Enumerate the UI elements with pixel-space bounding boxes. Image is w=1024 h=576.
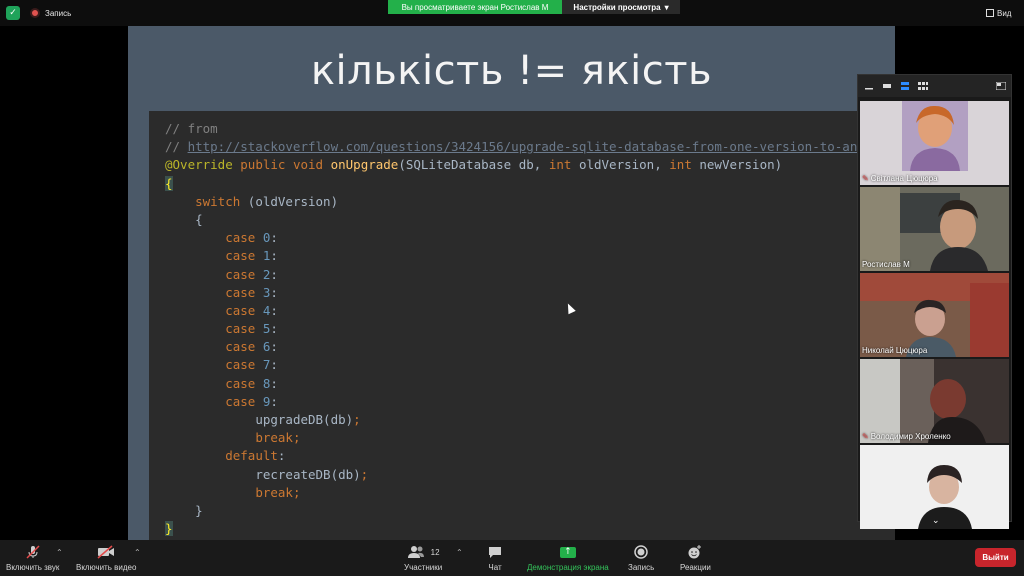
record-button[interactable]: Запись — [628, 544, 654, 572]
recording-indicator[interactable]: Запись — [30, 6, 71, 20]
shield-icon[interactable]: ✓ — [6, 6, 20, 20]
video-off-icon — [97, 544, 115, 560]
video-panel-toolbar — [858, 75, 1011, 97]
participant-video — [860, 359, 1009, 443]
code-line: @Override public void onUpgrade(SQLiteDa… — [165, 157, 783, 173]
code-line: break; — [255, 484, 301, 500]
code-line: case 4: — [225, 302, 278, 318]
slide-title: кількість != якість — [310, 48, 713, 94]
code-line: } — [165, 521, 173, 537]
gallery-view-icon[interactable] — [918, 82, 928, 90]
participant-video — [860, 101, 1009, 185]
chat-icon — [487, 544, 503, 560]
participant-tile[interactable]: Ростислав М — [860, 187, 1009, 271]
zoom-meeting-window: ✓ Запись Вы просматриваете экран Ростисл… — [0, 0, 1024, 576]
mic-muted-icon: ✎ — [862, 432, 869, 441]
record-label: Запись — [628, 563, 655, 572]
participants-options-chevron-icon[interactable]: ⌃ — [456, 548, 463, 557]
audio-options-chevron-icon[interactable]: ⌃ — [56, 548, 63, 557]
share-screen-button[interactable]: ↑ Демонстрация экрана — [527, 544, 609, 572]
participant-name: Ростислав М — [862, 260, 910, 269]
record-dot-icon — [30, 8, 40, 18]
record-icon — [633, 544, 649, 560]
recording-label: Запись — [45, 8, 72, 18]
participant-tile[interactable]: ✎ Володимир Хроленко — [860, 359, 1009, 443]
strip-view-icon[interactable] — [900, 82, 910, 90]
video-panel: ✎ Світлана Цюцюра Ростислав М Николай Цю… — [857, 74, 1012, 529]
unmute-button[interactable]: Включить звук — [6, 544, 59, 572]
meeting-toolbar: Включить звук ⌃ Включить видео ⌃ 12 Учас… — [0, 540, 1024, 576]
unmute-label: Включить звук — [6, 563, 60, 572]
code-line: case 2: — [225, 266, 278, 282]
mic-muted-icon: ✎ — [862, 174, 869, 183]
minimize-icon[interactable] — [864, 82, 874, 90]
code-line: recreateDB(db); — [255, 466, 369, 482]
view-label: Вид — [997, 8, 1012, 18]
view-button[interactable]: Вид — [986, 7, 1011, 19]
participants-label: Участники — [404, 563, 443, 572]
share-screen-icon: ↑ — [559, 544, 576, 560]
participant-tile[interactable]: ⌄ — [860, 445, 1009, 529]
code-line: case 6: — [225, 339, 278, 355]
participants-count: 12 — [430, 547, 440, 557]
reactions-label: Реакции — [680, 563, 711, 572]
participant-name: ✎ Світлана Цюцюра — [862, 174, 938, 183]
participant-name: Николай Цюцюра — [862, 346, 928, 355]
code-line: default: — [225, 448, 286, 464]
reactions-button[interactable]: Реакции — [680, 544, 711, 572]
view-settings-button[interactable]: Настройки просмотра ▾ — [562, 0, 680, 14]
code-line: // http://stackoverflow.com/questions/34… — [165, 139, 895, 155]
code-line: } — [195, 502, 203, 518]
top-bar: ✓ Запись Вы просматриваете экран Ростисл… — [0, 0, 1024, 26]
layout-toggle-icon[interactable] — [996, 82, 1006, 90]
start-video-label: Включить видео — [76, 563, 137, 572]
participant-video — [860, 187, 1009, 271]
code-line: { — [165, 175, 173, 191]
chevron-down-icon: ▾ — [664, 2, 669, 12]
code-line: case 7: — [225, 357, 278, 373]
view-settings-label: Настройки просмотра — [573, 2, 661, 12]
share-screen-label: Демонстрация экрана — [527, 563, 609, 572]
code-line: break; — [255, 430, 301, 446]
leave-meeting-button[interactable]: Выйти — [975, 548, 1016, 567]
code-line: case 9: — [225, 393, 278, 409]
code-line: case 3: — [225, 284, 278, 300]
code-line: case 1: — [225, 248, 278, 264]
code-line: upgradeDB(db); — [255, 412, 361, 427]
single-view-icon[interactable] — [882, 82, 892, 90]
chevron-down-icon[interactable]: ⌄ — [932, 516, 940, 526]
chat-label: Чат — [488, 563, 502, 572]
participant-tile[interactable]: Николай Цюцюра — [860, 273, 1009, 357]
grid-icon — [986, 9, 994, 17]
code-line: switch (oldVersion) — [195, 193, 339, 209]
code-line: case 5: — [225, 321, 278, 337]
shared-screen: кількість != якість // from // http://st… — [128, 26, 895, 540]
start-video-button[interactable]: Включить видео — [76, 544, 136, 572]
code-block: // from // http://stackoverflow.com/ques… — [149, 111, 895, 540]
code-line: case 0: — [225, 230, 278, 246]
video-options-chevron-icon[interactable]: ⌃ — [134, 548, 141, 557]
participants-icon: 12 — [407, 544, 440, 560]
code-line: // from — [165, 121, 218, 136]
reactions-icon — [687, 544, 703, 560]
participant-name: ✎ Володимир Хроленко — [862, 432, 951, 441]
participants-button[interactable]: 12 Участники — [404, 544, 442, 572]
code-line: case 8: — [225, 375, 278, 391]
code-line: { — [195, 211, 203, 227]
mic-muted-icon — [25, 544, 41, 560]
participant-video — [860, 273, 1009, 357]
code-link[interactable]: http://stackoverflow.com/questions/34241… — [188, 139, 895, 154]
chat-button[interactable]: Чат — [487, 544, 503, 572]
participant-tile[interactable]: ✎ Світлана Цюцюра — [860, 101, 1009, 185]
viewing-screen-banner: Вы просматриваете экран Ростислав М — [388, 0, 562, 14]
